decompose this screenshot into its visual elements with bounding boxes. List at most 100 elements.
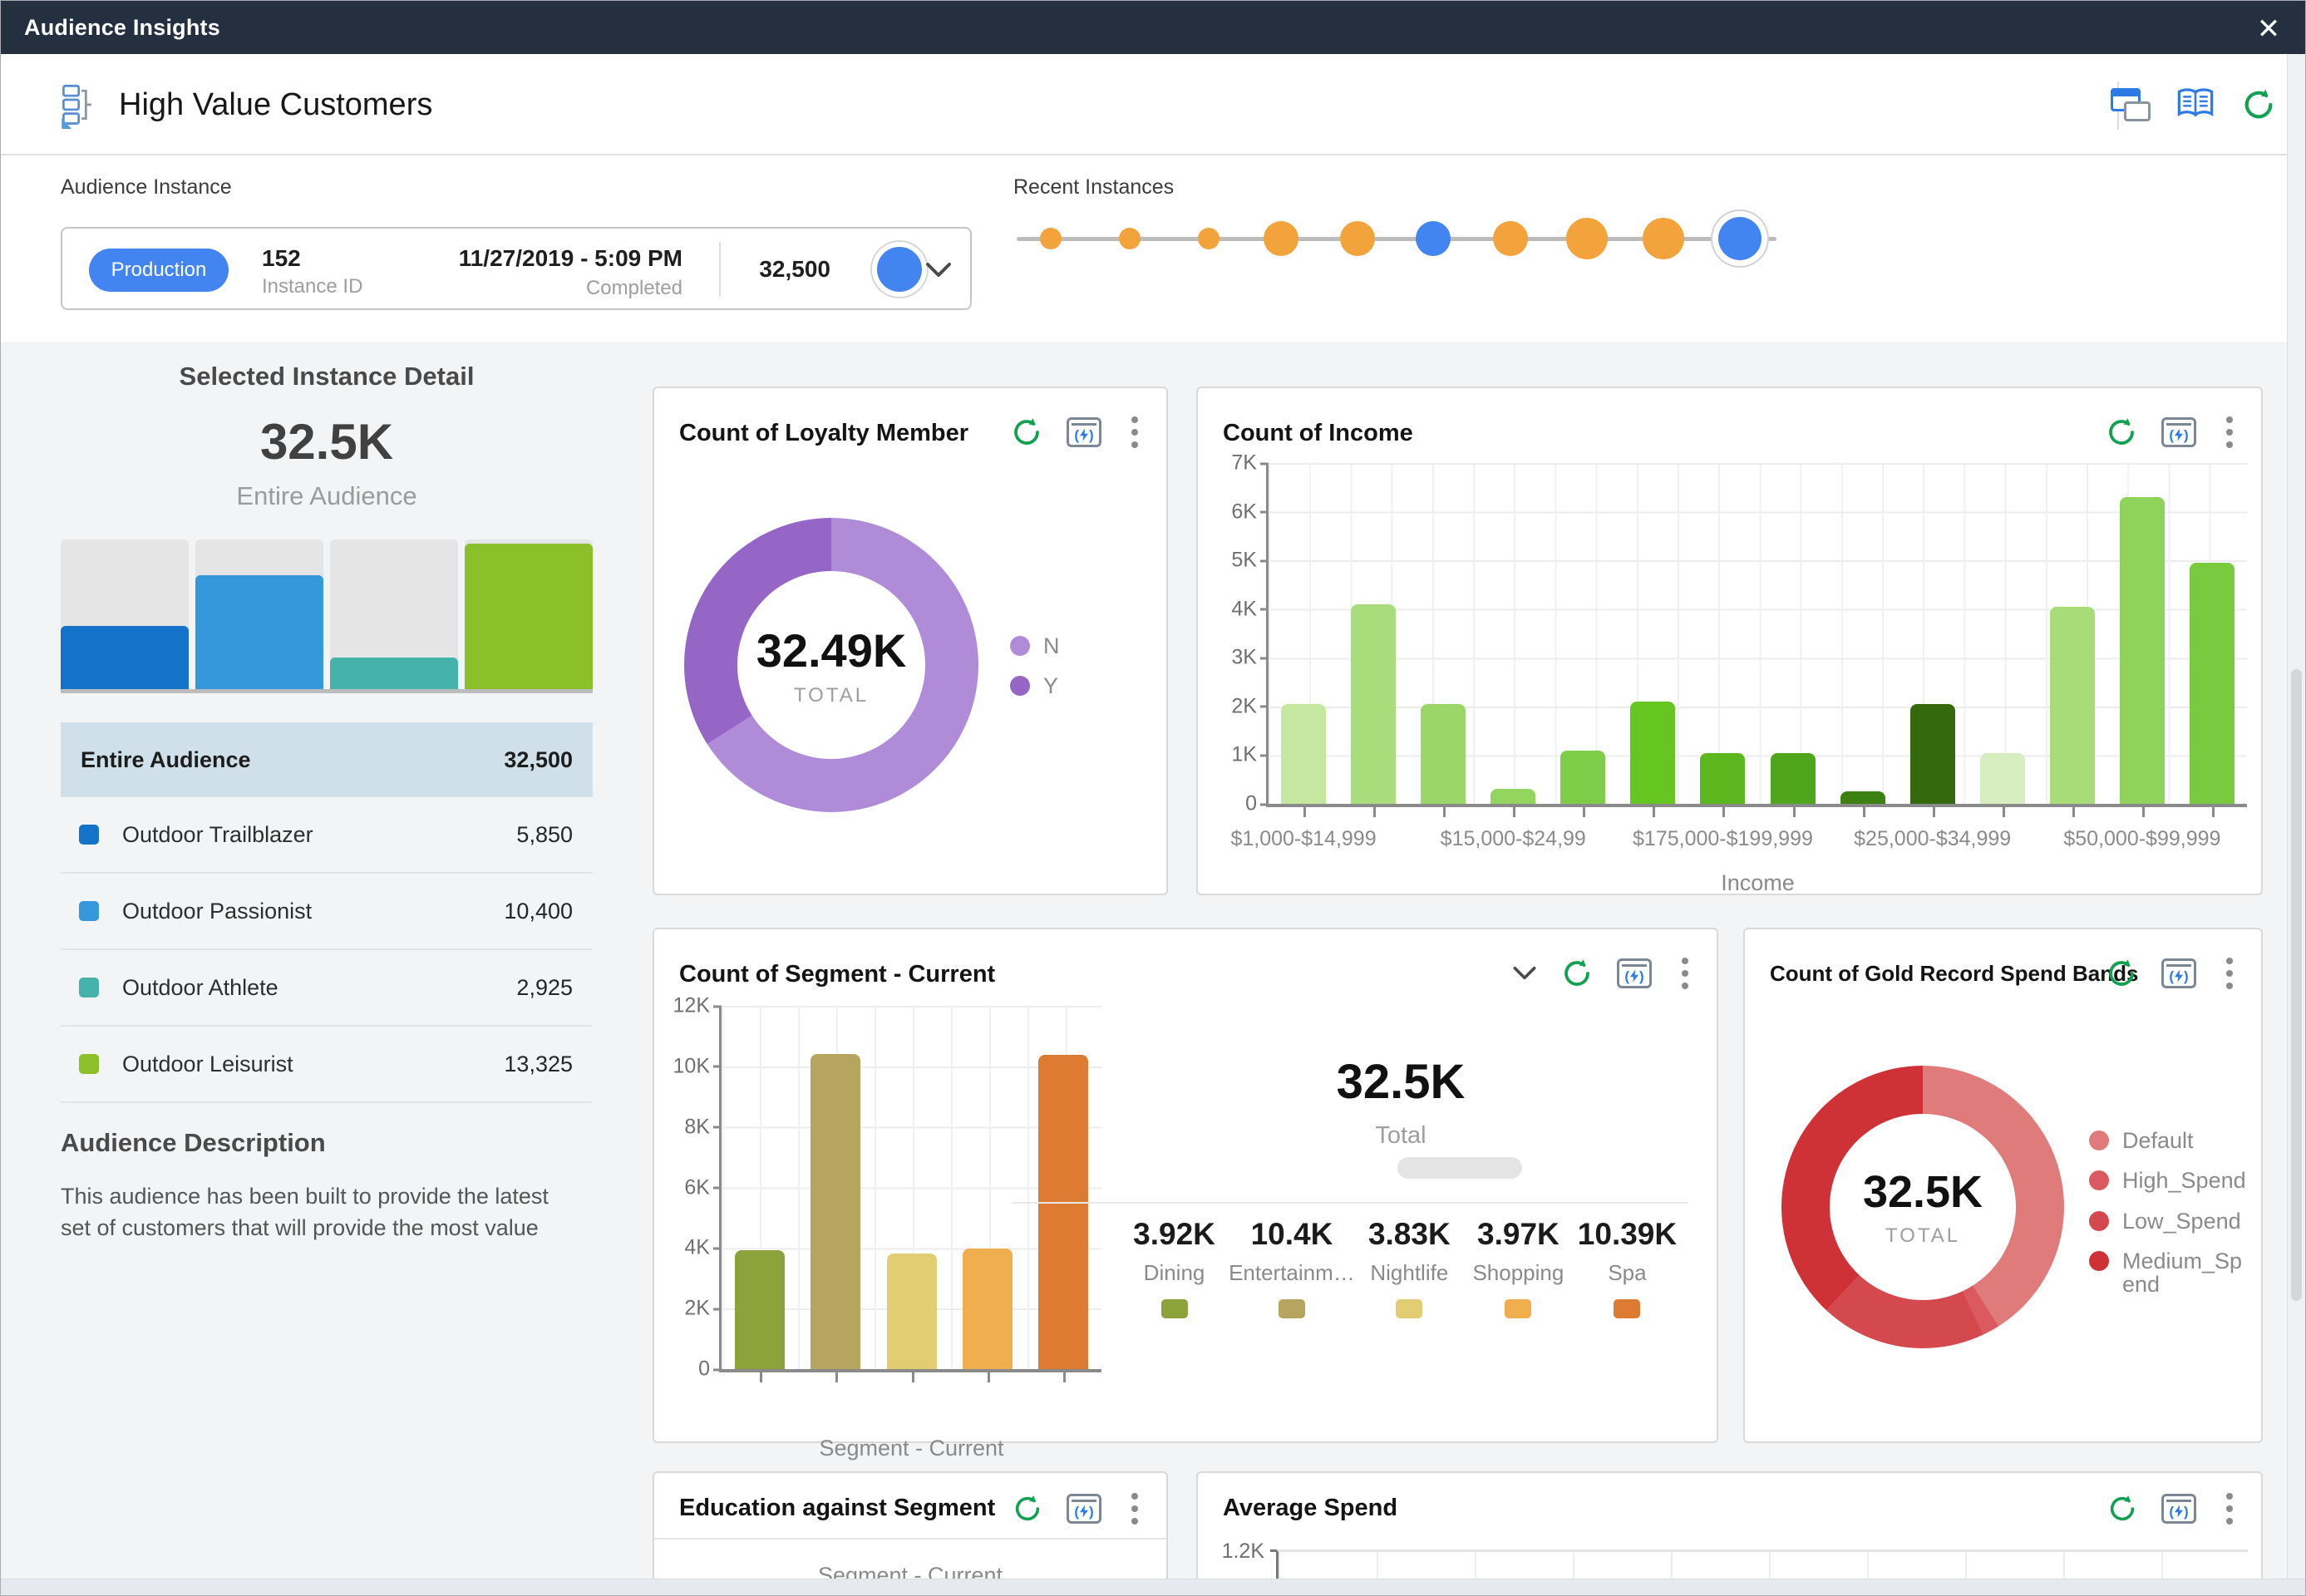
horizontal-scrollbar[interactable] <box>1 1579 2305 1595</box>
live-window-icon[interactable]: () <box>1617 958 1652 988</box>
instance-id-value: 152 <box>262 245 301 272</box>
chevron-down-icon[interactable] <box>1512 966 1537 981</box>
segment-total-label: Total <box>1120 1122 1682 1150</box>
instance-dot[interactable] <box>1264 221 1298 256</box>
refresh-icon[interactable] <box>2105 416 2138 449</box>
segment-label: Outdoor Passionist <box>122 899 312 924</box>
x-tick <box>2072 807 2075 817</box>
gold-spend-legend: DefaultHigh_SpendLow_SpendMedium_Spend <box>2089 1129 2254 1313</box>
legend-dot <box>2089 1130 2109 1150</box>
live-window-icon[interactable]: () <box>2161 1494 2196 1524</box>
segment-swatch <box>79 901 99 921</box>
card-education-segment: Education against Segment () Segment - C… <box>653 1471 1168 1596</box>
instance-dot[interactable] <box>1643 218 1684 259</box>
more-menu-icon[interactable] <box>2220 954 2239 993</box>
card-income: Count of Income () Income 7K6K5K4K3K2K1K… <box>1196 387 2263 895</box>
close-icon[interactable]: ✕ <box>2250 11 2287 47</box>
more-menu-icon[interactable] <box>2220 413 2239 451</box>
card-average-spend: Average Spend () 1.2K <box>1196 1471 2263 1596</box>
bar <box>811 1054 860 1369</box>
bar <box>887 1254 937 1369</box>
instance-dot[interactable] <box>1718 217 1762 260</box>
card-loyalty-member: Count of Loyalty Member () 32.49K TOTAL … <box>653 387 1168 895</box>
card-title: Count of Loyalty Member <box>679 420 968 447</box>
x-tick <box>1063 1372 1066 1382</box>
instance-dot[interactable] <box>1119 228 1141 249</box>
audience-instance-label: Audience Instance <box>61 175 232 200</box>
legend-item: Medium_Spend <box>2089 1249 2254 1297</box>
stat-value: 3.83K <box>1355 1217 1464 1252</box>
list-item[interactable]: Outdoor Leisurist13,325 <box>61 1027 593 1103</box>
refresh-icon[interactable] <box>2105 957 2138 990</box>
more-menu-icon[interactable] <box>1125 413 1145 451</box>
audience-instance-selector[interactable]: Production 152 Instance ID 11/27/2019 - … <box>61 227 972 310</box>
vertical-scrollbar[interactable] <box>2287 54 2305 1579</box>
list-item[interactable]: Outdoor Passionist10,400 <box>61 874 593 950</box>
segment-bar-chart: Segment - Current 12K10K8K6K4K2K0 <box>719 1006 1101 1369</box>
loyalty-legend: NY <box>1010 634 1060 715</box>
book-icon[interactable] <box>2175 86 2215 124</box>
live-window-icon[interactable]: () <box>2161 417 2196 447</box>
stat-value: 3.97K <box>1464 1217 1573 1252</box>
segment-label: Outdoor Athlete <box>122 975 278 1001</box>
card-gold-spend-bands: Count of Gold Record Spend Bands () 32.5… <box>1743 928 2263 1443</box>
stat-value: 10.4K <box>1229 1217 1355 1252</box>
refresh-icon[interactable] <box>2240 86 2277 123</box>
recent-instances-label: Recent Instances <box>1013 175 1174 200</box>
bar <box>2120 497 2165 804</box>
segment-value: 5,850 <box>516 822 573 848</box>
bar <box>1421 704 1466 804</box>
refresh-icon[interactable] <box>1012 1493 1043 1525</box>
refresh-icon[interactable] <box>1560 957 1594 990</box>
chevron-down-icon[interactable] <box>925 262 952 278</box>
card-title: Average Spend <box>1223 1495 1397 1522</box>
list-item[interactable]: Outdoor Athlete2,925 <box>61 950 593 1027</box>
card-title: Education against Segment <box>679 1495 995 1522</box>
more-menu-icon[interactable] <box>1125 1490 1145 1528</box>
bar <box>1630 702 1675 804</box>
legend-label: Medium_Spend <box>2122 1249 2254 1297</box>
live-window-icon[interactable]: () <box>1067 1494 1101 1524</box>
instance-dot[interactable] <box>1340 221 1375 256</box>
card-title: Count of Gold Record Spend Bands <box>1770 961 2138 987</box>
bar <box>1281 704 1326 804</box>
x-tick <box>1583 807 1585 817</box>
legend-label: N <box>1043 634 1060 658</box>
bar <box>1980 753 2025 805</box>
instance-dot[interactable] <box>1566 218 1608 259</box>
live-window-icon[interactable]: () <box>1067 417 1101 447</box>
y-tick-label: 12K <box>673 994 710 1018</box>
y-tick-label: 1K <box>1231 743 1257 767</box>
instance-dot[interactable] <box>1416 221 1451 256</box>
instance-dot[interactable] <box>1493 221 1528 256</box>
instance-dot[interactable] <box>1040 228 1062 249</box>
entire-audience-row[interactable]: Entire Audience 32,500 <box>61 722 593 797</box>
segment-stats: 3.92KDining10.4KEntertainm…3.83KNightlif… <box>1120 1217 1682 1318</box>
legend-dot <box>2089 1211 2109 1231</box>
summary-value: 32,500 <box>504 747 573 773</box>
composition-column <box>330 539 458 689</box>
refresh-icon[interactable] <box>1010 416 1043 449</box>
y-tick-label: 8K <box>684 1115 710 1139</box>
window-titlebar: Audience Insights ✕ <box>1 1 2305 54</box>
more-menu-icon[interactable] <box>2220 1490 2239 1528</box>
instance-dot[interactable] <box>1198 228 1220 249</box>
composition-column <box>61 539 189 689</box>
stat-swatch <box>1396 1299 1422 1318</box>
bar <box>2050 607 2095 804</box>
bar <box>1700 753 1745 805</box>
list-item[interactable]: Outdoor Trailblazer5,850 <box>61 797 593 874</box>
instance-count: 32,500 <box>759 256 830 283</box>
x-axis <box>719 1369 1101 1372</box>
live-window-icon[interactable]: () <box>2161 958 2196 988</box>
bar <box>963 1249 1013 1369</box>
legend-item: Low_Spend <box>2089 1209 2254 1233</box>
x-tick <box>2003 807 2005 817</box>
scrollbar-thumb[interactable] <box>2291 669 2302 1301</box>
windows-icon[interactable] <box>2111 88 2151 121</box>
more-menu-icon[interactable] <box>1675 954 1695 993</box>
instance-band: Audience Instance Production 152 Instanc… <box>1 155 2305 342</box>
stat-label: Nightlife <box>1355 1260 1464 1286</box>
refresh-icon[interactable] <box>2106 1493 2138 1525</box>
stats-divider <box>1012 1202 1688 1204</box>
